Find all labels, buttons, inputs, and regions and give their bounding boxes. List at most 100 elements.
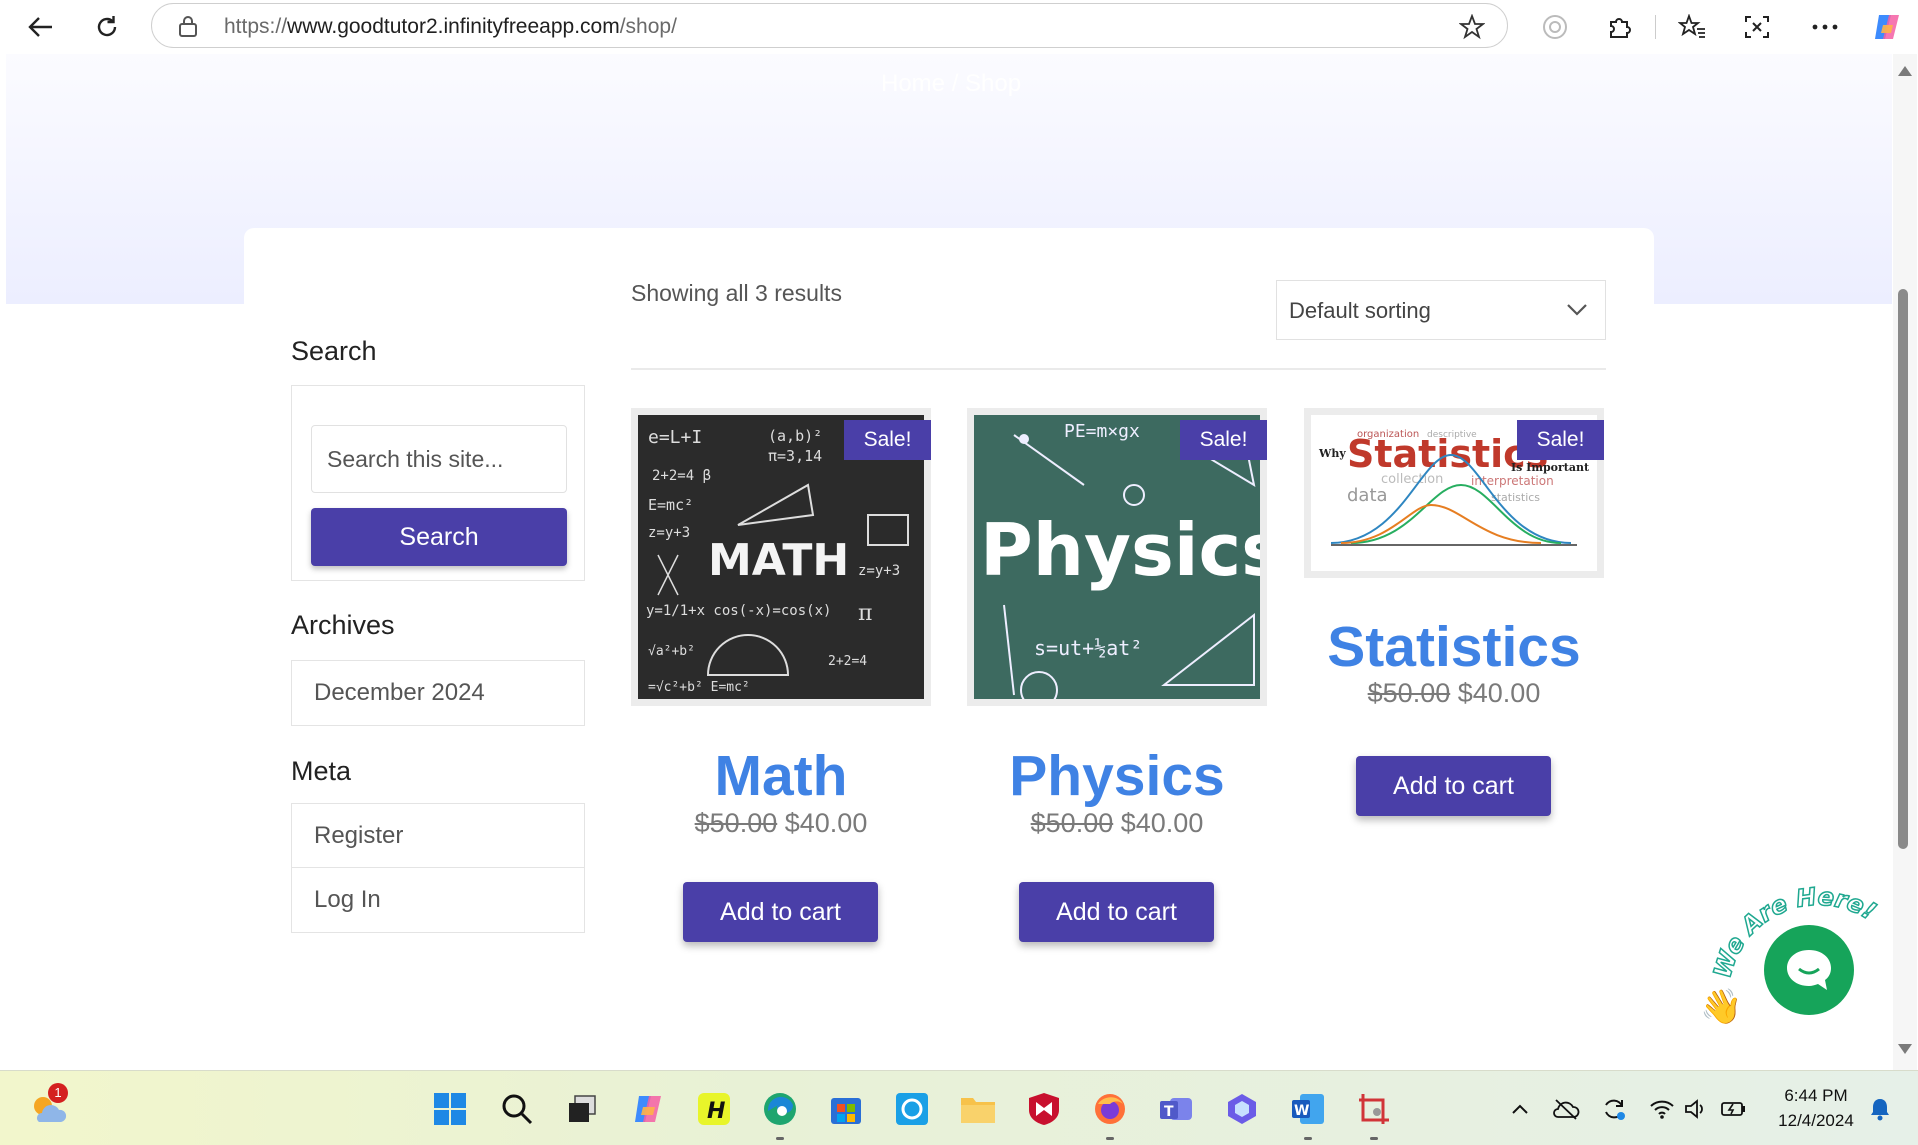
copilot-icon [635,1096,661,1122]
product-thumbnail[interactable]: PE=m×gx Physics s=ut+½at² Sale! [967,408,1267,706]
extensions-button[interactable] [1601,8,1639,46]
puzzle-icon [1610,18,1631,38]
notification-badge: 1 [48,1083,68,1103]
file-explorer-button[interactable] [958,1089,998,1129]
system-clock[interactable]: 6:44 PM 12/4/2024 [1766,1083,1866,1133]
product-thumbnail[interactable]: Why Statistics Is Important organization… [1304,408,1604,578]
favorites-list-icon [1678,14,1705,38]
speaker-icon [1685,1099,1703,1119]
breadcrumb[interactable]: Home / Shop [881,70,1021,98]
wifi-tray-button[interactable] [1648,1095,1676,1123]
svg-text:2+2=4 β: 2+2=4 β [652,468,711,484]
show-hidden-icons-button[interactable] [1506,1095,1534,1123]
address-bar[interactable]: https://www.goodtutor2.infinityfreeapp.c… [151,3,1508,48]
sync-tray-button[interactable] [1600,1095,1628,1123]
firefox-button[interactable] [1090,1089,1130,1129]
battery-tray-button[interactable] [1720,1095,1748,1123]
meta-widget-title: Meta [291,756,352,786]
statistics-word: data [1347,485,1388,506]
search-button[interactable]: Search [311,508,567,566]
add-to-cart-button[interactable]: Add to cart [683,882,878,942]
svg-text:s=ut+½at²: s=ut+½at² [1034,636,1142,660]
product-title[interactable]: Physics [967,743,1267,809]
search-input[interactable] [311,425,567,493]
page-viewport: Home / Shop [0,54,1918,1070]
register-link[interactable]: Register [292,804,584,868]
math-image-label: MATH [708,535,849,586]
add-to-cart-button[interactable]: Add to cart [1019,882,1214,942]
product-card-math: e=L+I (a,b)² π=3,14 2+2=4 β E=mc² z=y+3 … [631,408,931,948]
battery-charging-icon [1721,1102,1745,1116]
statistics-word: organization [1357,429,1419,440]
svg-text:z=y+3: z=y+3 [858,563,900,579]
svg-text:W: W [1294,1103,1309,1119]
scroll-down-arrow-icon[interactable] [1898,1044,1912,1054]
product-thumbnail[interactable]: e=L+I (a,b)² π=3,14 2+2=4 β E=mc² z=y+3 … [631,408,931,706]
letter-h-app-icon: H [698,1093,730,1125]
weather-widget[interactable]: 1 [28,1083,68,1129]
wifi-icon [1650,1100,1674,1119]
statistics-word: collection [1381,472,1443,487]
screenshot-button[interactable] [1738,8,1776,46]
teams-icon: T [1160,1098,1192,1120]
active-indicator [1370,1137,1378,1140]
sort-dropdown[interactable]: Default sorting [1276,280,1606,340]
product-title[interactable]: Statistics [1304,614,1604,680]
sale-price: $40.00 [784,808,868,838]
product-price: $50.00 $40.00 [631,808,931,839]
alexa-button[interactable] [892,1089,932,1129]
url-scheme: https:// [224,15,288,38]
copilot-app-button[interactable] [1222,1089,1262,1129]
svg-text:=√c²+b² E=mc²: =√c²+b² E=mc² [648,680,750,695]
edge-button[interactable] [760,1089,800,1129]
snipping-tool-button[interactable] [1354,1089,1394,1129]
folder-icon [961,1098,995,1123]
windows-logo-icon [434,1093,466,1125]
more-options-button[interactable] [1806,8,1844,46]
notifications-button[interactable] [1866,1095,1894,1123]
chevron-down-icon [1567,304,1587,316]
sale-price: $40.00 [1457,678,1541,708]
shield-circle-icon [1543,15,1567,39]
word-button[interactable]: W [1288,1089,1328,1129]
app-h-button[interactable]: H [694,1089,734,1129]
result-count: Showing all 3 results [631,280,842,306]
svg-text:T: T [1164,1104,1174,1120]
add-to-cart-button[interactable]: Add to cart [1356,756,1551,816]
teams-button[interactable]: T [1156,1089,1196,1129]
old-price: $50.00 [694,808,778,838]
refresh-button[interactable] [88,8,126,46]
copilot-button[interactable] [1868,8,1906,46]
product-title[interactable]: Math [631,743,931,809]
url-path: /shop/ [619,15,677,38]
volume-tray-button[interactable] [1682,1095,1710,1123]
scrollbar-thumb[interactable] [1898,289,1908,849]
product-card-statistics: Why Statistics Is Important organization… [1304,408,1604,828]
start-button[interactable] [430,1089,470,1129]
chat-launcher-button[interactable] [1764,925,1854,1015]
search-button[interactable] [497,1089,537,1129]
favorites-button[interactable] [1673,8,1711,46]
search-icon [502,1094,533,1125]
url-text: https://www.goodtutor2.infinityfreeapp.c… [224,15,677,39]
archive-link[interactable]: December 2024 [292,661,584,725]
product-price: $50.00 $40.00 [1304,678,1604,709]
mcafee-button[interactable] [1024,1089,1064,1129]
task-view-button[interactable] [562,1089,602,1129]
statistics-word: descriptive [1427,430,1477,440]
favorite-star-icon[interactable] [1459,14,1485,40]
sale-badge: Sale! [1517,420,1604,460]
onedrive-tray-button[interactable] [1552,1095,1580,1123]
svg-text:PE=m×gx: PE=m×gx [1064,421,1140,442]
svg-text:e=L+I: e=L+I [648,427,702,448]
scroll-up-arrow-icon[interactable] [1898,66,1912,76]
toolbar-separator [1655,15,1656,39]
store-button[interactable] [826,1089,866,1129]
sale-price: $40.00 [1120,808,1204,838]
tracking-prevention-button[interactable] [1536,8,1574,46]
back-button[interactable] [22,8,60,46]
active-indicator [776,1137,784,1140]
copilot-taskbar-button[interactable] [628,1089,668,1129]
cloud-offline-icon [1553,1099,1580,1120]
login-link[interactable]: Log In [292,868,584,932]
